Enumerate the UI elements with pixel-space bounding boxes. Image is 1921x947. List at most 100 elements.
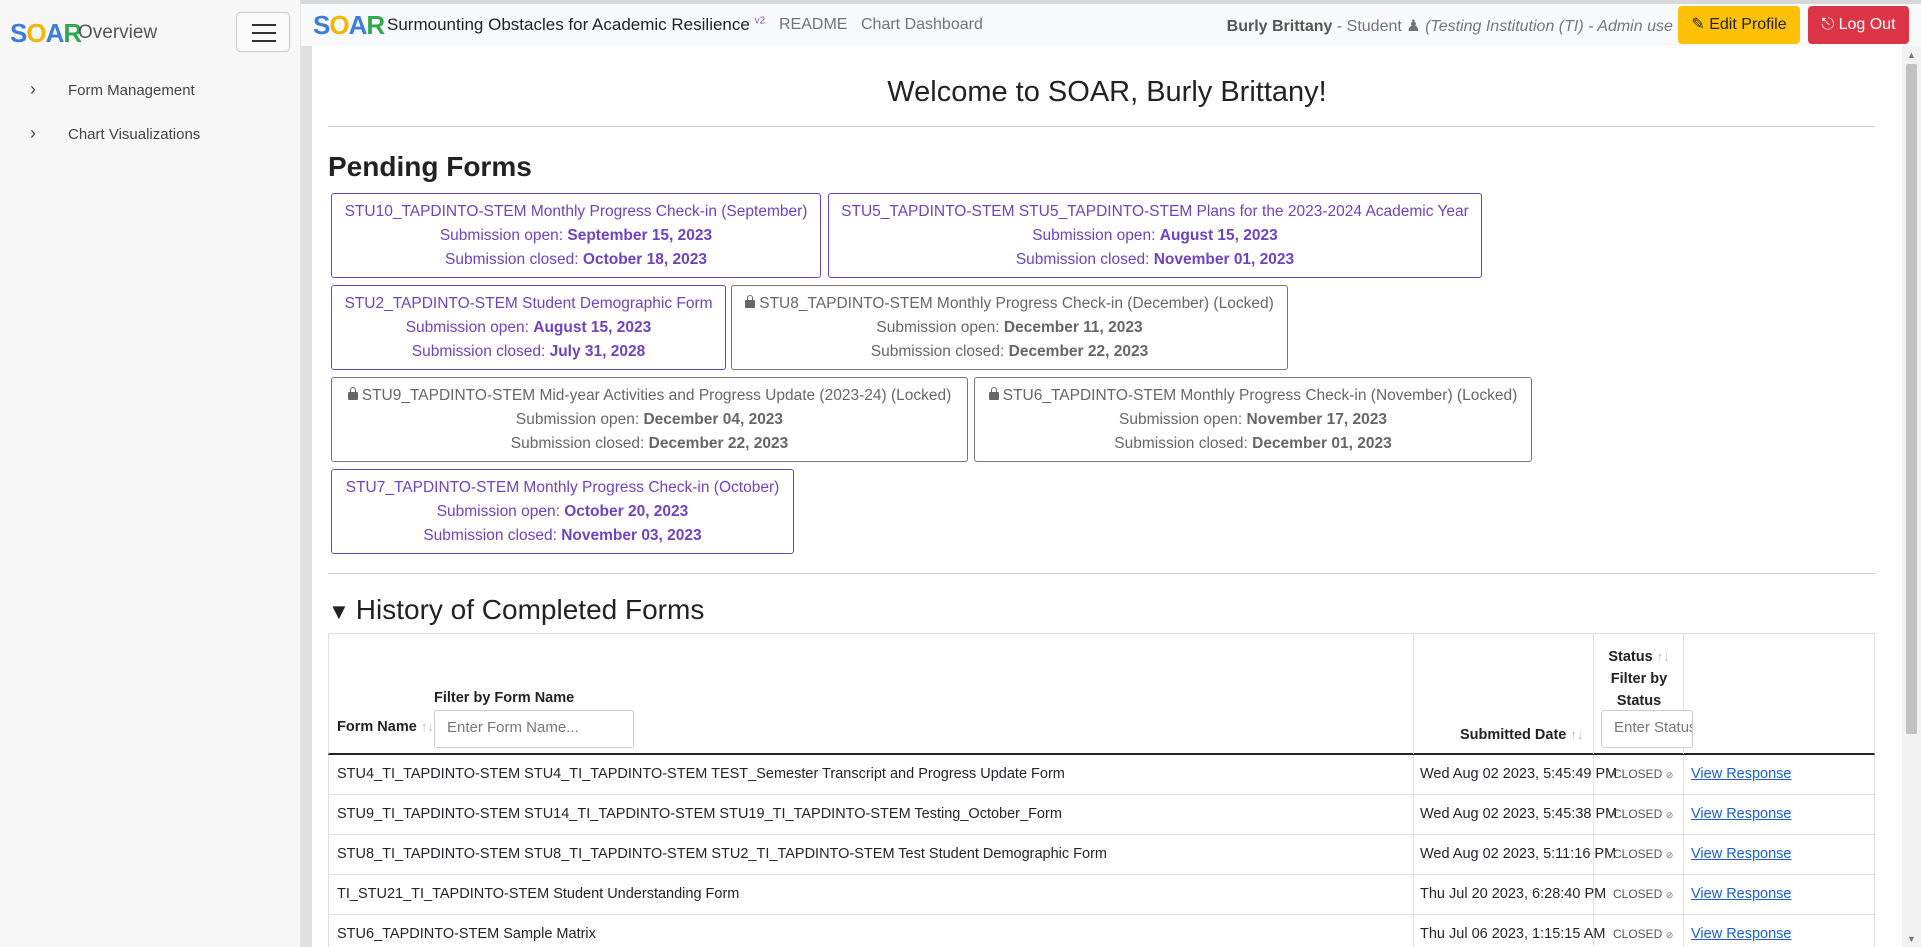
closed-date: December 01, 2023	[1252, 435, 1392, 452]
scrollbar-thumb[interactable]	[1906, 64, 1917, 734]
cell-submitted-date: Wed Aug 02 2023, 5:45:38 PM	[1420, 806, 1618, 822]
brand-title[interactable]: Surmounting Obstacles for Academic Resil…	[387, 15, 765, 35]
form-name: STU8_TAPDINTO-STEM Monthly Progress Chec…	[759, 295, 1274, 312]
form-name: STU10_TAPDINTO-STEM Monthly Progress Che…	[344, 203, 808, 220]
chevron-right-icon: ›	[30, 79, 36, 99]
logo-letter: A	[348, 10, 368, 40]
edit-profile-button[interactable]: ✎ Edit Profile	[1678, 6, 1800, 44]
column-divider	[1413, 915, 1414, 947]
top-navbar: SOAR Surmounting Obstacles for Academic …	[301, 0, 1921, 46]
open-label: Submission open:	[405, 319, 529, 336]
submission-closed: Submission closed: November 03, 2023	[332, 524, 793, 548]
pending-form-card[interactable]: STU10_TAPDINTO-STEM Monthly Progress Che…	[331, 193, 821, 278]
sidebar-item-label: Form Management	[68, 82, 195, 99]
divider	[328, 126, 1875, 127]
closed-label: Submission closed:	[1114, 435, 1248, 452]
version-badge: v2	[754, 15, 766, 27]
sidebar: SOAR Overview › Form Management › Chart Vi…	[0, 0, 301, 947]
status-text: CLOSED	[1613, 927, 1663, 941]
content-gutter	[301, 46, 312, 947]
filter-status-label: Filter by	[1610, 671, 1668, 687]
eye-slash-icon: ⊘	[1665, 890, 1674, 900]
history-title: History of Completed Forms	[355, 594, 705, 625]
closed-date: October 18, 2023	[582, 251, 707, 268]
hamburger-icon	[252, 24, 276, 26]
view-response-link[interactable]: View Response	[1691, 886, 1792, 902]
scroll-down-icon[interactable]: ▼	[1907, 934, 1916, 944]
nav-link-chart-dashboard[interactable]: Chart Dashboard	[861, 16, 983, 34]
col-form-name-label: Form Name	[337, 719, 417, 735]
logo-letter: O	[26, 18, 46, 48]
view-response-link[interactable]: View Response	[1691, 926, 1792, 942]
column-divider	[1413, 755, 1414, 795]
closed-label: Submission closed:	[870, 343, 1005, 360]
column-divider	[1413, 634, 1414, 754]
closed-date: November 01, 2023	[1153, 251, 1295, 268]
filter-status-input[interactable]: Enter Status	[1601, 710, 1693, 748]
vertical-scrollbar[interactable]: ▲ ▼	[1902, 46, 1921, 947]
col-submitted-date-header[interactable]: Submitted Date ↑↓	[1460, 727, 1583, 743]
chevron-right-icon: ›	[30, 123, 36, 143]
pending-form-card[interactable]: STU7_TAPDINTO-STEM Monthly Progress Chec…	[331, 469, 794, 554]
view-response-link[interactable]: View Response	[1691, 846, 1792, 862]
sidebar-item-form-management[interactable]: › Form Management	[30, 79, 195, 100]
view-response-link[interactable]: View Response	[1691, 766, 1792, 782]
log-out-button[interactable]: ⎋ Log Out	[1808, 6, 1909, 44]
brand-text: Surmounting Obstacles for Academic Resil…	[387, 15, 750, 34]
submission-closed: Submission closed: December 22, 2023	[732, 340, 1287, 364]
submission-closed: Submission closed: October 18, 2023	[332, 248, 820, 272]
user-name: Burly Brittany	[1226, 18, 1333, 35]
cell-status: CLOSED ⊘	[1613, 807, 1673, 821]
lock-icon	[988, 387, 999, 400]
cell-submitted-date: Thu Jul 06 2023, 1:15:15 AM	[1420, 926, 1606, 942]
nav-link-readme[interactable]: README	[779, 16, 847, 34]
cell-status: CLOSED ⊘	[1613, 847, 1673, 861]
pending-form-card-locked: STU6_TAPDINTO-STEM Monthly Progress Chec…	[974, 377, 1532, 462]
form-name: STU5_TAPDINTO-STEM STU5_TAPDINTO-STEM Pl…	[841, 203, 1469, 220]
submission-closed: Submission closed: July 31, 2028	[332, 340, 725, 364]
sort-icon: ↑↓	[420, 719, 434, 734]
status-text: CLOSED	[1613, 887, 1663, 901]
submission-open: Submission open: August 15, 2023	[829, 224, 1481, 248]
cell-status: CLOSED ⊘	[1613, 927, 1673, 941]
open-label: Submission open:	[439, 227, 564, 244]
col-form-name-header[interactable]: Form Name ↑↓	[337, 719, 434, 735]
user-edit-icon: ✎	[1691, 16, 1705, 33]
submission-open: Submission open: October 20, 2023	[332, 500, 793, 524]
pending-form-card[interactable]: STU2_TAPDINTO-STEM Student Demographic F…	[331, 285, 726, 370]
open-date: November 17, 2023	[1246, 411, 1387, 428]
logo-letter: S	[313, 10, 330, 40]
pending-form-card[interactable]: STU5_TAPDINTO-STEM STU5_TAPDINTO-STEM Pl…	[828, 193, 1482, 278]
col-status-header[interactable]: Status ↑↓ Filter by Status	[1599, 646, 1679, 712]
hamburger-icon	[252, 32, 276, 34]
closed-label: Submission closed:	[445, 251, 579, 268]
col-status-label: Status	[1608, 649, 1653, 665]
form-name-row: STU8_TAPDINTO-STEM Monthly Progress Chec…	[732, 292, 1287, 316]
logo-letter: R	[366, 10, 385, 40]
sidebar-item-chart-visualizations[interactable]: › Chart Visualizations	[30, 123, 200, 144]
history-heading[interactable]: ▼ History of Completed Forms	[328, 594, 704, 626]
logo-letter: S	[10, 18, 27, 48]
soar-logo[interactable]: SOAR	[10, 18, 82, 49]
submission-closed: Submission closed: December 22, 2023	[332, 432, 967, 456]
main-content: Welcome to SOAR, Burly Brittany! Pending…	[312, 46, 1902, 947]
closed-label: Submission closed:	[1015, 251, 1150, 268]
view-response-link[interactable]: View Response	[1691, 806, 1792, 822]
open-label: Submission open:	[1032, 227, 1156, 244]
logo-letter: O	[329, 10, 349, 40]
closed-date: December 22, 2023	[648, 435, 789, 452]
navbar-logo[interactable]: SOAR	[313, 10, 385, 41]
closed-label: Submission closed:	[423, 527, 557, 544]
cell-form-name: STU8_TI_TAPDINTO-STEM STU8_TI_TAPDINTO-S…	[337, 846, 1108, 862]
closed-date: November 03, 2023	[561, 527, 702, 544]
eye-slash-icon: ⊘	[1665, 810, 1674, 820]
scroll-up-icon[interactable]: ▲	[1907, 50, 1916, 60]
sidebar-toggle-button[interactable]	[236, 12, 290, 52]
open-label: Submission open:	[876, 319, 1000, 336]
column-divider	[1593, 634, 1594, 754]
column-divider	[1413, 875, 1414, 915]
filter-form-name-input[interactable]: Enter Form Name...	[434, 710, 634, 748]
open-label: Submission open:	[515, 411, 640, 428]
sidebar-title[interactable]: Overview	[78, 22, 157, 44]
submission-open: Submission open: December 04, 2023	[332, 408, 967, 432]
